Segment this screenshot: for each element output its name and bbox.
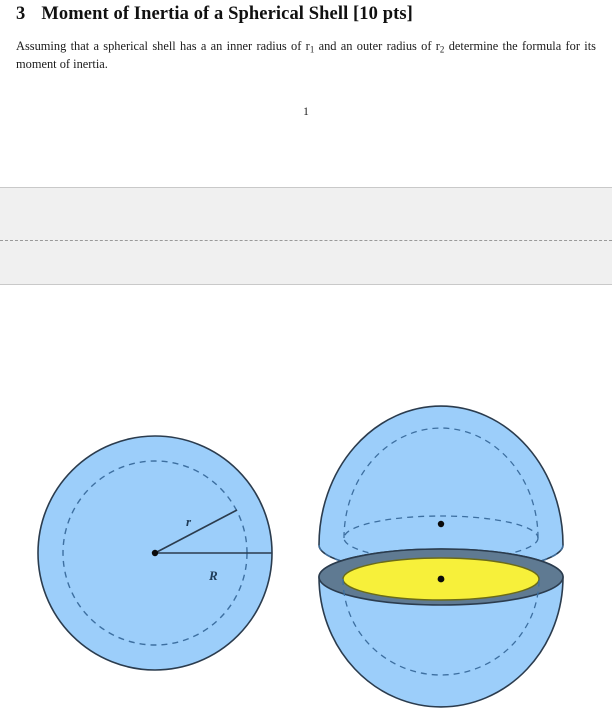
upper-hemisphere-diagram <box>318 405 564 574</box>
problem-text-part-1: Assuming that a spherical shell has a an… <box>16 39 310 53</box>
sphere-cross-section-diagram: r R <box>37 435 273 671</box>
page-title: 3 Moment of Inertia of a Spherical Shell… <box>16 0 596 25</box>
problem-statement: Assuming that a spherical shell has a an… <box>16 38 596 74</box>
spherical-shell-figure: r R <box>37 405 564 708</box>
figure-area: r R <box>0 286 612 717</box>
lower-hemisphere-diagram <box>318 548 564 708</box>
section-number: 3 <box>16 4 26 24</box>
outer-radius-label: R <box>208 568 218 583</box>
dashed-divider <box>0 240 612 241</box>
sphere-center-dot <box>151 549 159 557</box>
section-title: Moment of Inertia of a Spherical Shell [… <box>41 4 413 24</box>
upper-hemisphere-center-dot <box>437 520 445 528</box>
page-separator-band <box>0 187 612 285</box>
lower-hemisphere-center-dot <box>437 575 445 583</box>
problem-text-part-2: and an outer radius of r <box>314 39 440 53</box>
page-number: 1 <box>303 106 309 118</box>
document-page: 3 Moment of Inertia of a Spherical Shell… <box>0 0 612 187</box>
